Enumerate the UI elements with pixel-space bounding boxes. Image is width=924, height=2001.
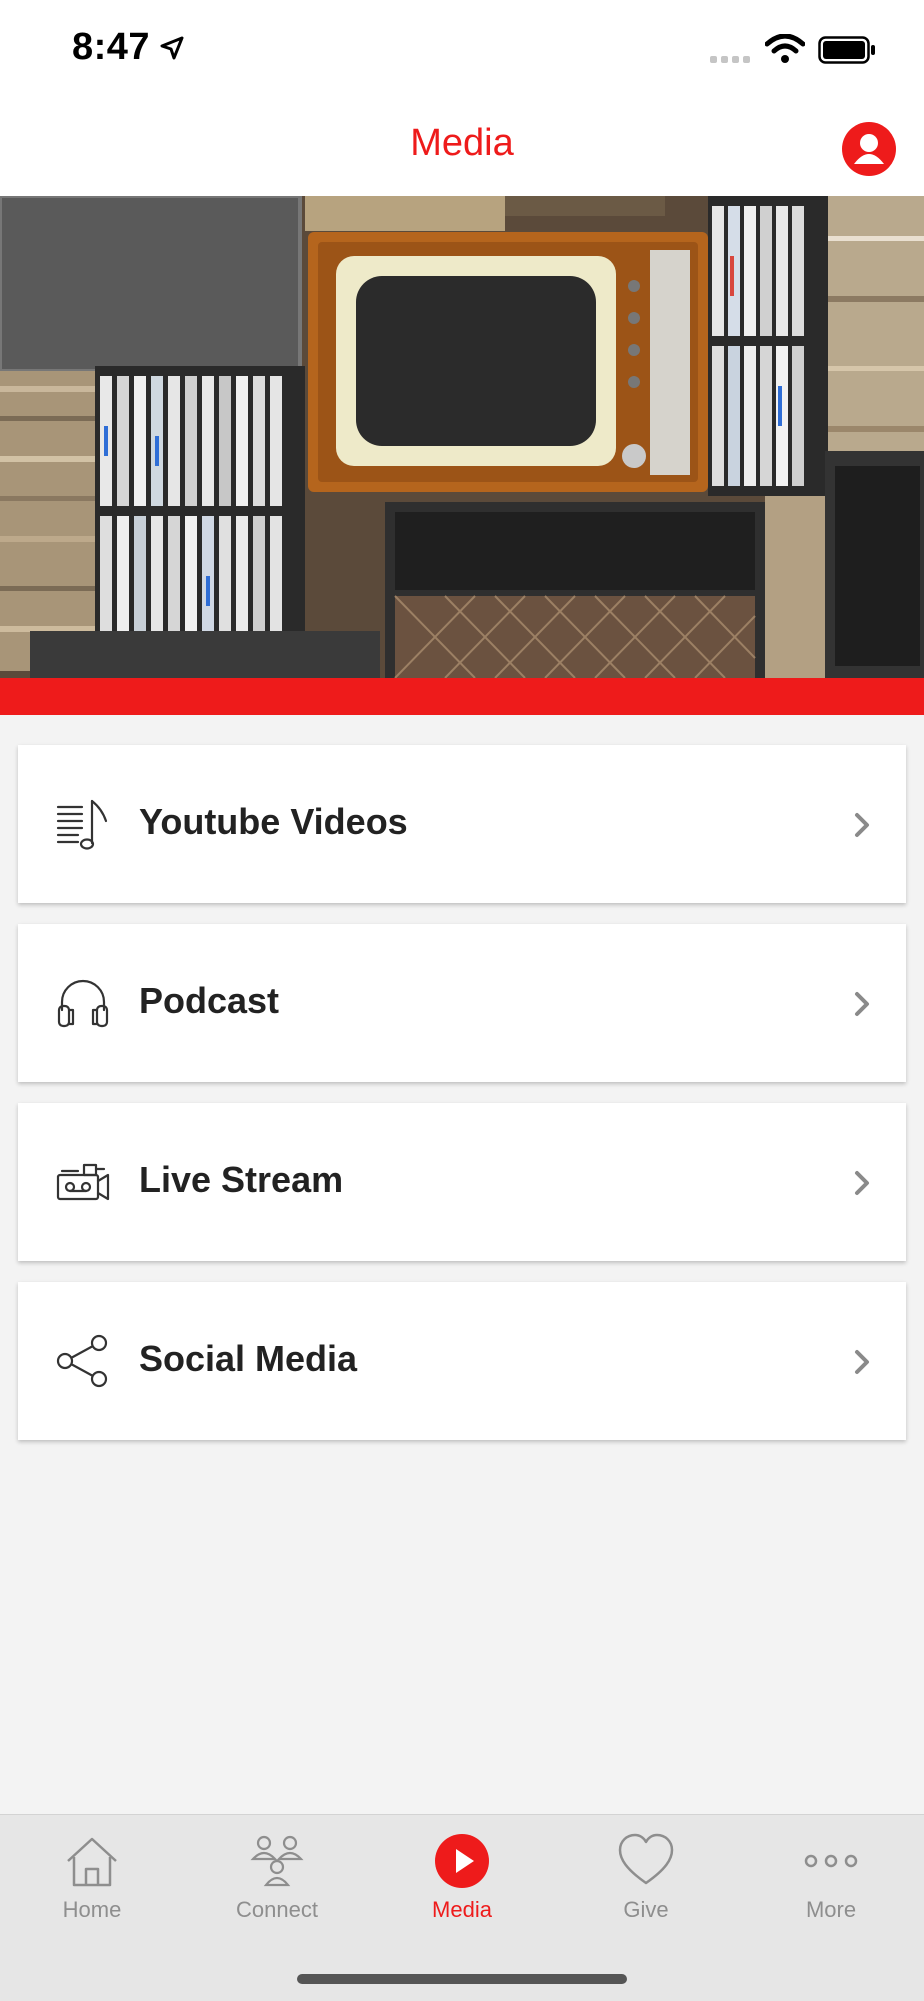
hero-accent-bar bbox=[0, 678, 924, 715]
tab-bar: Home Connect Media Give More bbox=[0, 1814, 924, 2001]
menu-item-label: Social Media bbox=[139, 1338, 358, 1379]
profile-button[interactable] bbox=[842, 122, 896, 176]
menu-item-label: Live Stream bbox=[139, 1159, 344, 1200]
more-dots-icon bbox=[804, 1854, 858, 1868]
menu-item-social-media[interactable]: Social Media bbox=[18, 1282, 906, 1440]
menu-item-youtube-videos[interactable]: Youtube Videos bbox=[18, 745, 906, 903]
tab-give[interactable]: Give bbox=[554, 1815, 738, 1935]
tab-media[interactable]: Media bbox=[370, 1815, 554, 1935]
wifi-icon bbox=[765, 34, 805, 63]
people-icon bbox=[250, 1835, 304, 1887]
video-camera-icon bbox=[56, 1163, 110, 1201]
status-time: 8:47 bbox=[72, 26, 151, 68]
headphones-icon bbox=[57, 979, 109, 1028]
tab-home[interactable]: Home bbox=[0, 1815, 184, 1935]
chevron-right-icon bbox=[855, 1350, 869, 1374]
status-bar: 8:47 bbox=[0, 0, 924, 100]
tab-label: Home bbox=[62, 1897, 122, 1922]
tab-connect[interactable]: Connect bbox=[185, 1815, 369, 1935]
battery-icon bbox=[818, 36, 875, 64]
nav-header: Media bbox=[0, 100, 924, 196]
home-indicator bbox=[297, 1974, 627, 1984]
tab-label: Media bbox=[432, 1897, 492, 1922]
page-title: Media bbox=[410, 122, 514, 164]
cellular-signal-icon bbox=[710, 56, 750, 63]
tab-more[interactable]: More bbox=[739, 1815, 923, 1935]
chevron-right-icon bbox=[855, 1171, 869, 1195]
heart-icon bbox=[618, 1833, 674, 1885]
location-arrow-icon bbox=[160, 36, 184, 60]
tab-label: Give bbox=[623, 1897, 669, 1922]
chevron-right-icon bbox=[855, 992, 869, 1016]
home-icon bbox=[67, 1837, 117, 1887]
play-icon bbox=[435, 1834, 489, 1888]
tab-label: Connect bbox=[236, 1897, 318, 1922]
menu-item-podcast[interactable]: Podcast bbox=[18, 924, 906, 1082]
hero-image bbox=[0, 196, 924, 678]
music-list-icon bbox=[56, 799, 108, 850]
user-icon bbox=[854, 134, 884, 164]
share-icon bbox=[56, 1334, 108, 1388]
chevron-right-icon bbox=[855, 813, 869, 837]
menu-item-live-stream[interactable]: Live Stream bbox=[18, 1103, 906, 1261]
menu-item-label: Podcast bbox=[139, 980, 280, 1021]
tab-label: More bbox=[805, 1897, 857, 1922]
menu-item-label: Youtube Videos bbox=[139, 801, 408, 842]
